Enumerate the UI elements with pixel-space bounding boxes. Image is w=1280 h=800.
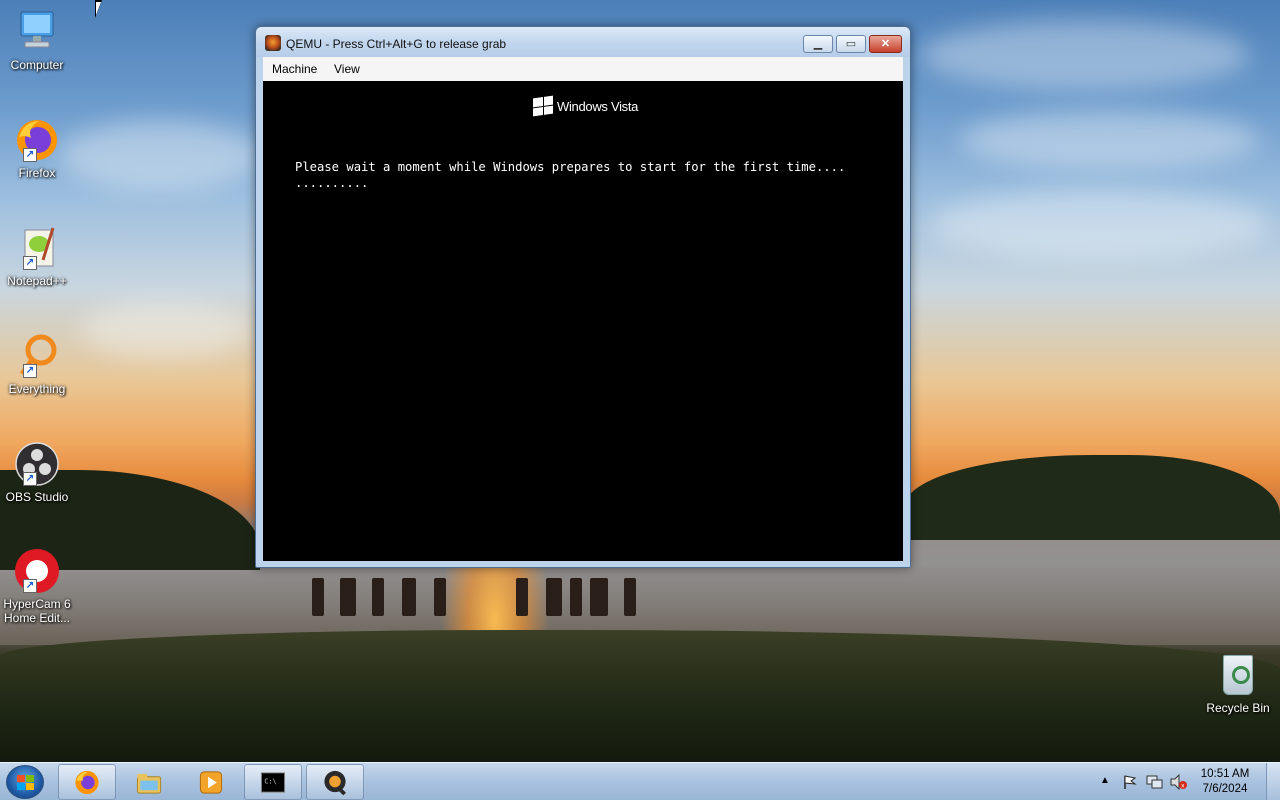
window-titlebar[interactable]: QEMU - Press Ctrl+Alt+G to release grab … xyxy=(256,27,910,57)
taskbar-button-command-prompt[interactable]: C:\ xyxy=(244,764,302,800)
close-button[interactable]: ✕ xyxy=(869,35,902,53)
pier-post xyxy=(590,578,608,616)
start-button[interactable] xyxy=(6,765,44,799)
pier-post xyxy=(402,578,416,616)
treeline xyxy=(905,455,1280,540)
media-player-icon xyxy=(199,771,223,794)
recycle-bin-icon xyxy=(1223,655,1253,695)
firefox-icon: ↗ xyxy=(13,116,61,164)
qemu-window[interactable]: QEMU - Press Ctrl+Alt+G to release grab … xyxy=(255,26,911,568)
logo-text: Windows Vista xyxy=(557,98,639,114)
desktop-icon-label: Computer xyxy=(10,58,64,72)
file-explorer-icon xyxy=(136,773,162,794)
window-title: QEMU - Press Ctrl+Alt+G to release grab xyxy=(286,37,507,51)
clock-date: 7/6/2024 xyxy=(1202,783,1248,795)
action-center-flag-icon[interactable] xyxy=(1122,774,1138,790)
taskbar-button-qemu[interactable] xyxy=(306,764,364,800)
windows-flag-icon xyxy=(533,95,553,117)
pier-post xyxy=(570,578,582,616)
windows-flag-icon xyxy=(17,775,34,790)
volume-muted-icon[interactable]: x xyxy=(1170,774,1188,790)
desktop-icon-computer[interactable]: Computer xyxy=(2,8,72,72)
network-icon[interactable] xyxy=(1146,774,1164,790)
taskbar-button-firefox[interactable] xyxy=(58,764,116,800)
qemu-icon xyxy=(265,35,281,51)
cloud xyxy=(920,20,1250,90)
pier-post xyxy=(340,578,356,616)
command-prompt-icon: C:\ xyxy=(260,772,286,793)
shortcut-arrow-icon: ↗ xyxy=(23,256,37,270)
svg-text:x: x xyxy=(1181,783,1185,790)
computer-icon xyxy=(13,8,61,56)
notepadpp-icon: ↗ xyxy=(13,224,61,272)
desktop-icon-label: Firefox xyxy=(18,166,56,180)
pier-post xyxy=(312,578,324,616)
cloud xyxy=(960,110,1260,170)
pier-post xyxy=(516,578,528,616)
console-line: Please wait a moment while Windows prepa… xyxy=(295,160,846,174)
windows-vista-logo: Windows Vista xyxy=(533,95,639,117)
cloud xyxy=(60,120,260,190)
taskbar-button-media-player[interactable] xyxy=(182,764,240,800)
pier-post xyxy=(434,578,446,616)
show-desktop-button[interactable] xyxy=(1266,763,1280,800)
show-hidden-icons-icon[interactable]: ▲ xyxy=(1100,775,1110,786)
foreground-shore xyxy=(0,630,1280,762)
clock-time: 10:51 AM xyxy=(1200,768,1250,780)
desktop-icon-firefox[interactable]: ↗ Firefox xyxy=(2,116,72,180)
desktop-icon-label: Recycle Bin xyxy=(1206,701,1270,715)
svg-text:C:\: C:\ xyxy=(264,777,276,785)
desktop-icon-label: OBS Studio xyxy=(5,490,69,504)
taskbar: C:\ ▲ x 10:51 AM 7/6/2024 xyxy=(0,762,1280,800)
console-line: .......... xyxy=(295,176,369,190)
shortcut-arrow-icon: ↗ xyxy=(23,472,37,486)
desktop-icon-label: HyperCam 6 Home Edit... xyxy=(3,597,71,625)
cloud xyxy=(80,300,250,360)
desktop-icon-label: Notepad++ xyxy=(7,274,67,288)
desktop-icon-everything[interactable]: ↗ Everything xyxy=(2,332,72,396)
menu-bar: Machine View xyxy=(263,57,903,81)
everything-search-icon: ↗ xyxy=(13,332,61,380)
mouse-cursor-icon xyxy=(95,0,102,18)
desktop-icon-label: Everything xyxy=(8,382,66,396)
maximize-button[interactable]: ▭ xyxy=(836,35,866,53)
taskbar-button-explorer[interactable] xyxy=(120,764,178,800)
menu-view[interactable]: View xyxy=(334,62,360,76)
desktop-icon-recycle-bin[interactable]: Recycle Bin xyxy=(1202,655,1274,715)
pier-post xyxy=(546,578,562,616)
menu-machine[interactable]: Machine xyxy=(272,62,317,76)
shortcut-arrow-icon: ↗ xyxy=(23,579,37,593)
obs-icon: ↗ xyxy=(13,440,61,488)
qemu-icon xyxy=(324,770,347,796)
taskbar-clock[interactable]: 10:51 AM 7/6/2024 xyxy=(1196,767,1254,797)
minimize-button[interactable]: ▁ xyxy=(803,35,833,53)
desktop-icon-notepadpp[interactable]: ↗ Notepad++ xyxy=(2,224,72,288)
desktop-icon-hypercam[interactable]: ↗ HyperCam 6 Home Edit... xyxy=(2,547,72,625)
shortcut-arrow-icon: ↗ xyxy=(23,364,37,378)
console-text: Please wait a moment while Windows prepa… xyxy=(295,159,845,191)
cloud xyxy=(930,190,1270,260)
desktop-icon-obs[interactable]: ↗ OBS Studio xyxy=(2,440,72,504)
pier-post xyxy=(372,578,384,616)
hypercam-icon: ↗ xyxy=(13,547,61,595)
firefox-icon xyxy=(75,770,99,795)
shortcut-arrow-icon: ↗ xyxy=(23,148,37,162)
pier-post xyxy=(624,578,636,616)
vm-display[interactable]: Windows Vista Please wait a moment while… xyxy=(263,81,903,561)
